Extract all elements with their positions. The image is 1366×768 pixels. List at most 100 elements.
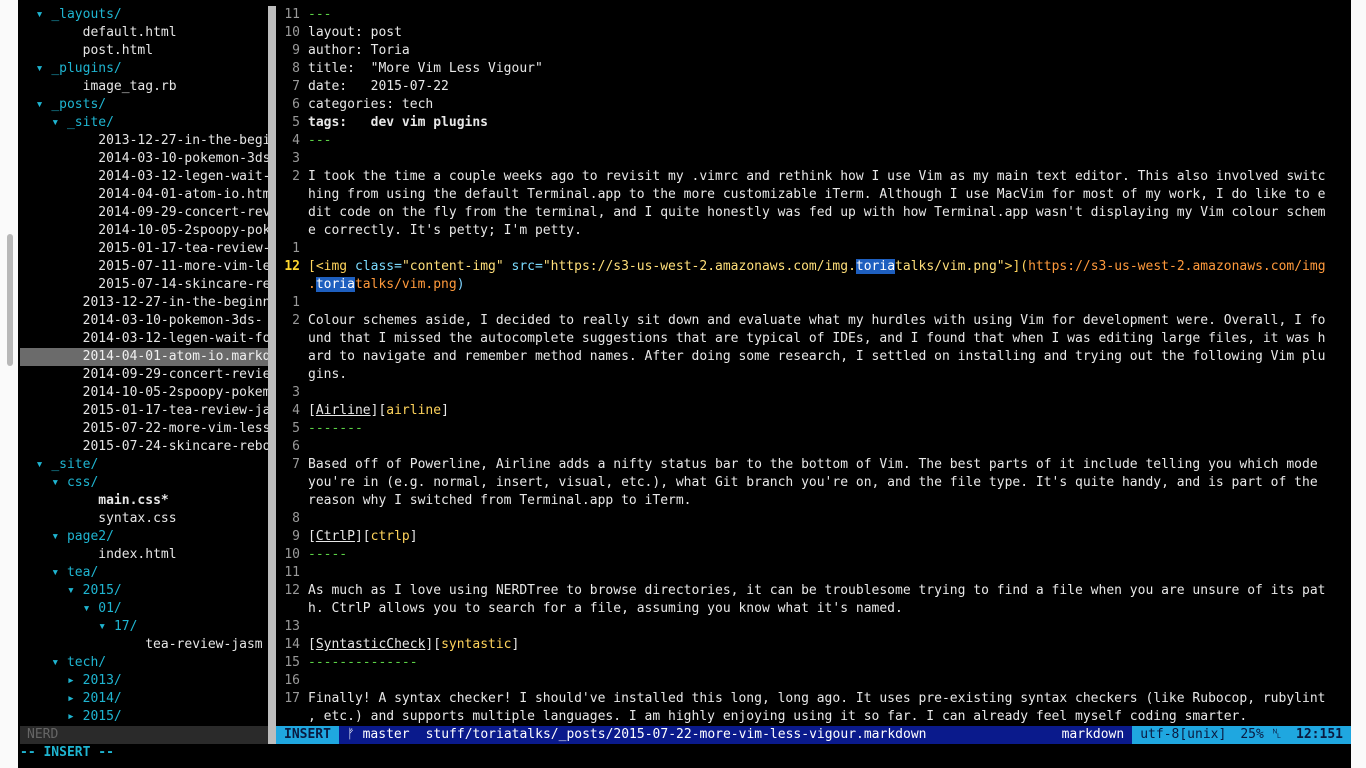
scrollbar-thumb[interactable] [7, 234, 13, 366]
editor-line[interactable]: 8 [276, 510, 1351, 528]
tree-file-item[interactable]: default.html [20, 24, 268, 42]
tree-file-item[interactable]: 2014-10-05-2spoopy-pokem [20, 384, 268, 402]
editor-line[interactable]: 11 --- [276, 6, 1351, 24]
editor-line[interactable]: 11 [276, 564, 1351, 582]
tree-file-item[interactable]: 2014-09-29-concert-revie [20, 366, 268, 384]
expanded-arrow-icon[interactable]: ▾ [51, 529, 59, 544]
editor-line[interactable]: 4 [Airline][airline] [276, 402, 1351, 420]
tree-dir-item[interactable]: ▾ _layouts/ [20, 6, 268, 24]
editor-line[interactable]: 5 ------- [276, 420, 1351, 438]
editor-line[interactable]: 17 Finally! A syntax checker! I should've… [276, 690, 1351, 708]
tree-dir-item[interactable]: ▾ _posts/ [20, 96, 268, 114]
editor-line[interactable]: 7 date: 2015-07-22 [276, 78, 1351, 96]
expanded-arrow-icon[interactable]: ▾ [51, 475, 59, 490]
expanded-arrow-icon[interactable]: ▾ [51, 565, 59, 580]
expanded-arrow-icon[interactable]: ▾ [51, 655, 59, 670]
editor-line[interactable]: 12 As much as I love using NERDTree to br… [276, 582, 1351, 600]
editor-line[interactable]: e correctly. It's petty; I'm petty. [276, 222, 1351, 240]
tree-dir-item[interactable]: ▾ _site/ [20, 456, 268, 474]
editor-line[interactable]: 3 [276, 150, 1351, 168]
editor-line[interactable]: 4 --- [276, 132, 1351, 150]
tree-file-item[interactable]: 2014-03-10-pokemon-3ds [20, 150, 268, 168]
editor-line[interactable]: und that I missed the autocomplete sugge… [276, 330, 1351, 348]
editor-line[interactable]: 12 [<img class="content-img" src="https:/… [276, 258, 1351, 276]
editor-line[interactable]: 14 [SyntasticCheck][syntastic] [276, 636, 1351, 654]
editor-line[interactable]: .toriatalks/vim.png) [276, 276, 1351, 294]
editor-line[interactable]: , etc.) and supports multiple languages.… [276, 708, 1351, 726]
editor-line[interactable]: 2 I took the time a couple weeks ago to r… [276, 168, 1351, 186]
expanded-arrow-icon[interactable]: ▾ [67, 583, 75, 598]
editor-line[interactable]: 7 Based off of Powerline, Airline adds a … [276, 456, 1351, 474]
tree-dir-item[interactable]: ▾ _plugins/ [20, 60, 268, 78]
tree-dir-item[interactable]: ▸ 2013/ [20, 672, 268, 690]
text-segment: talks/vim.png [354, 277, 457, 292]
editor-line[interactable]: 9 author: Toria [276, 42, 1351, 60]
tree-file-item[interactable]: 2015-07-24-skincare-rebo [20, 438, 268, 456]
tree-file-item[interactable]: index.html [20, 546, 268, 564]
tree-file-item[interactable]: 2015-01-17-tea-review-ja [20, 402, 268, 420]
tree-file-item[interactable]: 2014-10-05-2spoopy-pok [20, 222, 268, 240]
collapsed-arrow-icon[interactable]: ▸ [67, 673, 75, 688]
tree-dir-item[interactable]: ▾ 17/ [20, 618, 268, 636]
editor-line[interactable]: ard to navigate and remember method name… [276, 348, 1351, 366]
tree-dir-label: 2015/ [82, 583, 122, 598]
tree-file-item[interactable]: 2015-01-17-tea-review- [20, 240, 268, 258]
vertical-split-separator[interactable] [268, 6, 276, 728]
tree-file-item[interactable]: 2014-03-12-legen-wait-fo [20, 330, 268, 348]
tree-dir-item[interactable]: ▾ tea/ [20, 564, 268, 582]
expanded-arrow-icon[interactable]: ▾ [51, 115, 59, 130]
tree-file-item[interactable]: main.css* [20, 492, 268, 510]
editor-line[interactable]: 10 layout: post [276, 24, 1351, 42]
editor-line[interactable]: reason why I switched from Terminal.app … [276, 492, 1351, 510]
editor-line[interactable]: 16 [276, 672, 1351, 690]
tree-dir-item[interactable]: ▾ 2015/ [20, 582, 268, 600]
nerdtree-panel[interactable]: ▾ _layouts/ default.html post.html ▾ _pl… [20, 6, 268, 726]
tree-dir-item[interactable]: ▾ 01/ [20, 600, 268, 618]
tree-dir-item[interactable]: ▸ 2014/ [20, 690, 268, 708]
tree-dir-item[interactable]: ▸ 2015/ [20, 708, 268, 726]
tree-dir-item[interactable]: ▾ page2/ [20, 528, 268, 546]
tree-file-item[interactable]: 2014-04-01-atom-io.htm [20, 186, 268, 204]
tree-file-item[interactable]: 2014-03-10-pokemon-3ds- [20, 312, 268, 330]
tree-dir-item[interactable]: ▾ _site/ [20, 114, 268, 132]
tree-file-item[interactable]: syntax.css [20, 510, 268, 528]
editor-line[interactable]: 6 [276, 438, 1351, 456]
editor-line[interactable]: 1 [276, 240, 1351, 258]
tree-file-item[interactable]: 2015-07-11-more-vim-le [20, 258, 268, 276]
editor-line[interactable]: hing from using the default Terminal.app… [276, 186, 1351, 204]
collapsed-arrow-icon[interactable]: ▸ [67, 691, 75, 706]
tree-file-item[interactable]: 2015-07-22-more-vim-less [20, 420, 268, 438]
editor-line[interactable]: 9 [CtrlP][ctrlp] [276, 528, 1351, 546]
tree-dir-item[interactable]: ▾ css/ [20, 474, 268, 492]
line-number: 3 [292, 151, 300, 166]
command-line[interactable]: -- INSERT -- [20, 744, 114, 762]
tree-dir-item[interactable]: ▾ tech/ [20, 654, 268, 672]
editor-line[interactable]: 10 ----- [276, 546, 1351, 564]
expanded-arrow-icon[interactable]: ▾ [98, 619, 106, 634]
tree-file-item[interactable]: tea-review-jasm [20, 636, 268, 654]
editor-line[interactable]: you're in (e.g. normal, insert, visual, … [276, 474, 1351, 492]
editor-line[interactable]: 2 Colour schemes aside, I decided to real… [276, 312, 1351, 330]
tree-file-item[interactable]: 2015-07-14-skincare-re [20, 276, 268, 294]
editor-line[interactable]: gins. [276, 366, 1351, 384]
tree-file-item[interactable]: 2014-03-12-legen-wait- [20, 168, 268, 186]
editor-line[interactable]: 13 [276, 618, 1351, 636]
tree-file-item[interactable]: image_tag.rb [20, 78, 268, 96]
editor-line[interactable]: 6 categories: tech [276, 96, 1351, 114]
tree-file-label: 2014-03-10-pokemon-3ds- [82, 313, 263, 328]
editor-line[interactable]: 5 tags: dev vim plugins [276, 114, 1351, 132]
tree-file-item[interactable]: 2013-12-27-in-the-begi [20, 132, 268, 150]
editor-line[interactable]: 15 -------------- [276, 654, 1351, 672]
tree-file-item[interactable]: post.html [20, 42, 268, 60]
editor-line[interactable]: dit code on the fly from the terminal, a… [276, 204, 1351, 222]
editor-line[interactable]: 3 [276, 384, 1351, 402]
tree-file-item[interactable]: 2013-12-27-in-the-beginn [20, 294, 268, 312]
editor-line[interactable]: 8 title: "More Vim Less Vigour" [276, 60, 1351, 78]
collapsed-arrow-icon[interactable]: ▸ [67, 709, 75, 724]
editor-buffer[interactable]: 11 --- 10 layout: post 9 author: Toria 8 title:… [276, 6, 1351, 726]
tree-file-item[interactable]: 2014-04-01-atom-io.markd [20, 348, 268, 366]
tree-file-label: 2013-12-27-in-the-beginn [82, 295, 268, 310]
editor-line[interactable]: h. CtrlP allows you to search for a file… [276, 600, 1351, 618]
editor-line[interactable]: 1 [276, 294, 1351, 312]
tree-file-item[interactable]: 2014-09-29-concert-rev [20, 204, 268, 222]
